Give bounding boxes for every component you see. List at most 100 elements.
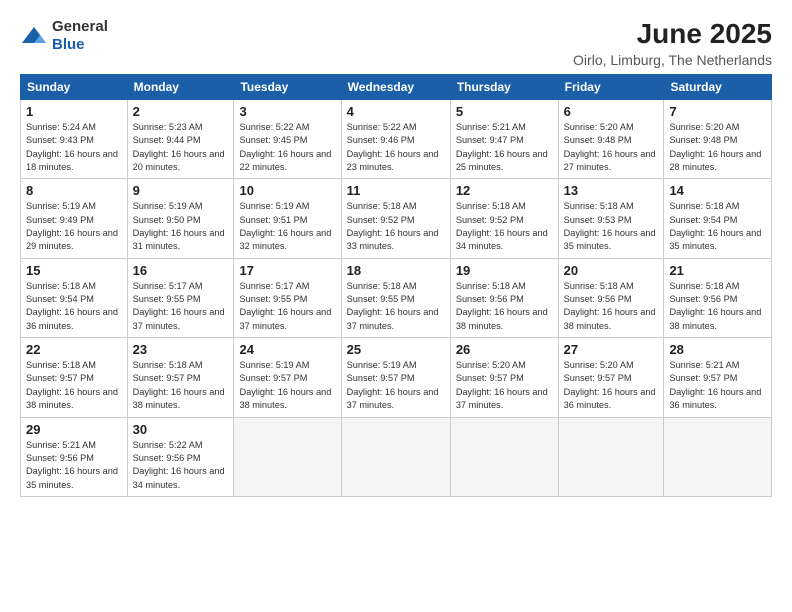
day-info: Sunrise: 5:18 AMSunset: 9:57 PMDaylight:…	[26, 359, 122, 412]
day-info: Sunrise: 5:18 AMSunset: 9:54 PMDaylight:…	[669, 200, 766, 253]
table-row: 16 Sunrise: 5:17 AMSunset: 9:55 PMDayligh…	[127, 258, 234, 337]
header: General Blue June 2025 Oirlo, Limburg, T…	[20, 18, 772, 68]
day-number: 13	[564, 183, 659, 198]
table-row: 26 Sunrise: 5:20 AMSunset: 9:57 PMDayligh…	[450, 338, 558, 417]
day-number: 20	[564, 263, 659, 278]
day-number: 22	[26, 342, 122, 357]
table-row: 8 Sunrise: 5:19 AMSunset: 9:49 PMDaylight…	[21, 179, 128, 258]
day-number: 16	[133, 263, 229, 278]
week-row-5: 29Sunrise: 5:21 AMSunset: 9:56 PMDayligh…	[21, 417, 772, 496]
day-info: Sunrise: 5:20 AMSunset: 9:57 PMDaylight:…	[564, 359, 659, 412]
day-info: Sunrise: 5:19 AMSunset: 9:51 PMDaylight:…	[239, 200, 335, 253]
day-info: Sunrise: 5:21 AMSunset: 9:47 PMDaylight:…	[456, 121, 553, 174]
day-info: Sunrise: 5:23 AMSunset: 9:44 PMDaylight:…	[133, 121, 229, 174]
table-row: 21 Sunrise: 5:18 AMSunset: 9:56 PMDayligh…	[664, 258, 772, 337]
table-row	[341, 417, 450, 496]
table-row	[450, 417, 558, 496]
col-friday: Friday	[558, 75, 664, 100]
day-number: 6	[564, 104, 659, 119]
day-number: 15	[26, 263, 122, 278]
day-info: Sunrise: 5:18 AMSunset: 9:52 PMDaylight:…	[347, 200, 445, 253]
day-info: Sunrise: 5:17 AMSunset: 9:55 PMDaylight:…	[133, 280, 229, 333]
day-info: Sunrise: 5:19 AMSunset: 9:57 PMDaylight:…	[347, 359, 445, 412]
day-number: 12	[456, 183, 553, 198]
table-row: 9 Sunrise: 5:19 AMSunset: 9:50 PMDaylight…	[127, 179, 234, 258]
day-info: Sunrise: 5:19 AMSunset: 9:50 PMDaylight:…	[133, 200, 229, 253]
table-row: 2 Sunrise: 5:23 AMSunset: 9:44 PMDaylight…	[127, 100, 234, 179]
day-number: 4	[347, 104, 445, 119]
day-number: 21	[669, 263, 766, 278]
day-number: 11	[347, 183, 445, 198]
day-info: Sunrise: 5:22 AMSunset: 9:56 PMDaylight:…	[133, 439, 229, 492]
day-info: Sunrise: 5:19 AMSunset: 9:57 PMDaylight:…	[239, 359, 335, 412]
table-row: 24 Sunrise: 5:19 AMSunset: 9:57 PMDayligh…	[234, 338, 341, 417]
day-info: Sunrise: 5:22 AMSunset: 9:46 PMDaylight:…	[347, 121, 445, 174]
logo: General Blue	[20, 18, 108, 54]
table-row	[234, 417, 341, 496]
day-info: Sunrise: 5:18 AMSunset: 9:56 PMDaylight:…	[669, 280, 766, 333]
week-row-1: 1 Sunrise: 5:24 AMSunset: 9:43 PMDaylight…	[21, 100, 772, 179]
week-row-2: 8 Sunrise: 5:19 AMSunset: 9:49 PMDaylight…	[21, 179, 772, 258]
table-row: 25Sunrise: 5:19 AMSunset: 9:57 PMDayligh…	[341, 338, 450, 417]
day-info: Sunrise: 5:18 AMSunset: 9:55 PMDaylight:…	[347, 280, 445, 333]
table-row: 4 Sunrise: 5:22 AMSunset: 9:46 PMDaylight…	[341, 100, 450, 179]
day-info: Sunrise: 5:17 AMSunset: 9:55 PMDaylight:…	[239, 280, 335, 333]
table-row: 19Sunrise: 5:18 AMSunset: 9:56 PMDayligh…	[450, 258, 558, 337]
week-row-4: 22 Sunrise: 5:18 AMSunset: 9:57 PMDayligh…	[21, 338, 772, 417]
table-row: 22 Sunrise: 5:18 AMSunset: 9:57 PMDayligh…	[21, 338, 128, 417]
calendar-title: June 2025	[573, 18, 772, 50]
day-number: 8	[26, 183, 122, 198]
table-row: 7 Sunrise: 5:20 AMSunset: 9:48 PMDaylight…	[664, 100, 772, 179]
day-info: Sunrise: 5:18 AMSunset: 9:53 PMDaylight:…	[564, 200, 659, 253]
day-info: Sunrise: 5:20 AMSunset: 9:48 PMDaylight:…	[564, 121, 659, 174]
day-number: 23	[133, 342, 229, 357]
table-row	[558, 417, 664, 496]
col-saturday: Saturday	[664, 75, 772, 100]
day-number: 7	[669, 104, 766, 119]
col-sunday: Sunday	[21, 75, 128, 100]
day-info: Sunrise: 5:20 AMSunset: 9:57 PMDaylight:…	[456, 359, 553, 412]
day-number: 3	[239, 104, 335, 119]
day-info: Sunrise: 5:24 AMSunset: 9:43 PMDaylight:…	[26, 121, 122, 174]
day-number: 30	[133, 422, 229, 437]
table-row: 1 Sunrise: 5:24 AMSunset: 9:43 PMDaylight…	[21, 100, 128, 179]
day-number: 19	[456, 263, 553, 278]
col-thursday: Thursday	[450, 75, 558, 100]
day-number: 2	[133, 104, 229, 119]
table-row: 27Sunrise: 5:20 AMSunset: 9:57 PMDayligh…	[558, 338, 664, 417]
table-row: 20Sunrise: 5:18 AMSunset: 9:56 PMDayligh…	[558, 258, 664, 337]
day-info: Sunrise: 5:19 AMSunset: 9:49 PMDaylight:…	[26, 200, 122, 253]
day-number: 29	[26, 422, 122, 437]
day-number: 28	[669, 342, 766, 357]
table-row: 6 Sunrise: 5:20 AMSunset: 9:48 PMDaylight…	[558, 100, 664, 179]
table-row: 30 Sunrise: 5:22 AMSunset: 9:56 PMDayligh…	[127, 417, 234, 496]
header-row: Sunday Monday Tuesday Wednesday Thursday…	[21, 75, 772, 100]
day-number: 24	[239, 342, 335, 357]
day-info: Sunrise: 5:18 AMSunset: 9:54 PMDaylight:…	[26, 280, 122, 333]
table-row: 15 Sunrise: 5:18 AMSunset: 9:54 PMDayligh…	[21, 258, 128, 337]
day-info: Sunrise: 5:20 AMSunset: 9:48 PMDaylight:…	[669, 121, 766, 174]
day-number: 1	[26, 104, 122, 119]
table-row: 14Sunrise: 5:18 AMSunset: 9:54 PMDayligh…	[664, 179, 772, 258]
day-number: 26	[456, 342, 553, 357]
logo-icon	[20, 25, 48, 47]
table-row: 11 Sunrise: 5:18 AMSunset: 9:52 PMDayligh…	[341, 179, 450, 258]
table-row	[664, 417, 772, 496]
day-number: 17	[239, 263, 335, 278]
logo-text-blue: Blue	[52, 36, 85, 53]
day-info: Sunrise: 5:18 AMSunset: 9:52 PMDaylight:…	[456, 200, 553, 253]
table-row: 12 Sunrise: 5:18 AMSunset: 9:52 PMDayligh…	[450, 179, 558, 258]
calendar-table: Sunday Monday Tuesday Wednesday Thursday…	[20, 74, 772, 497]
calendar-subtitle: Oirlo, Limburg, The Netherlands	[573, 52, 772, 68]
table-row: 23 Sunrise: 5:18 AMSunset: 9:57 PMDayligh…	[127, 338, 234, 417]
table-row: 5 Sunrise: 5:21 AMSunset: 9:47 PMDaylight…	[450, 100, 558, 179]
table-row: 10Sunrise: 5:19 AMSunset: 9:51 PMDayligh…	[234, 179, 341, 258]
day-number: 9	[133, 183, 229, 198]
day-number: 5	[456, 104, 553, 119]
col-wednesday: Wednesday	[341, 75, 450, 100]
page: General Blue June 2025 Oirlo, Limburg, T…	[0, 0, 792, 612]
table-row: 28Sunrise: 5:21 AMSunset: 9:57 PMDayligh…	[664, 338, 772, 417]
day-info: Sunrise: 5:18 AMSunset: 9:57 PMDaylight:…	[133, 359, 229, 412]
table-row: 18Sunrise: 5:18 AMSunset: 9:55 PMDayligh…	[341, 258, 450, 337]
day-info: Sunrise: 5:22 AMSunset: 9:45 PMDaylight:…	[239, 121, 335, 174]
